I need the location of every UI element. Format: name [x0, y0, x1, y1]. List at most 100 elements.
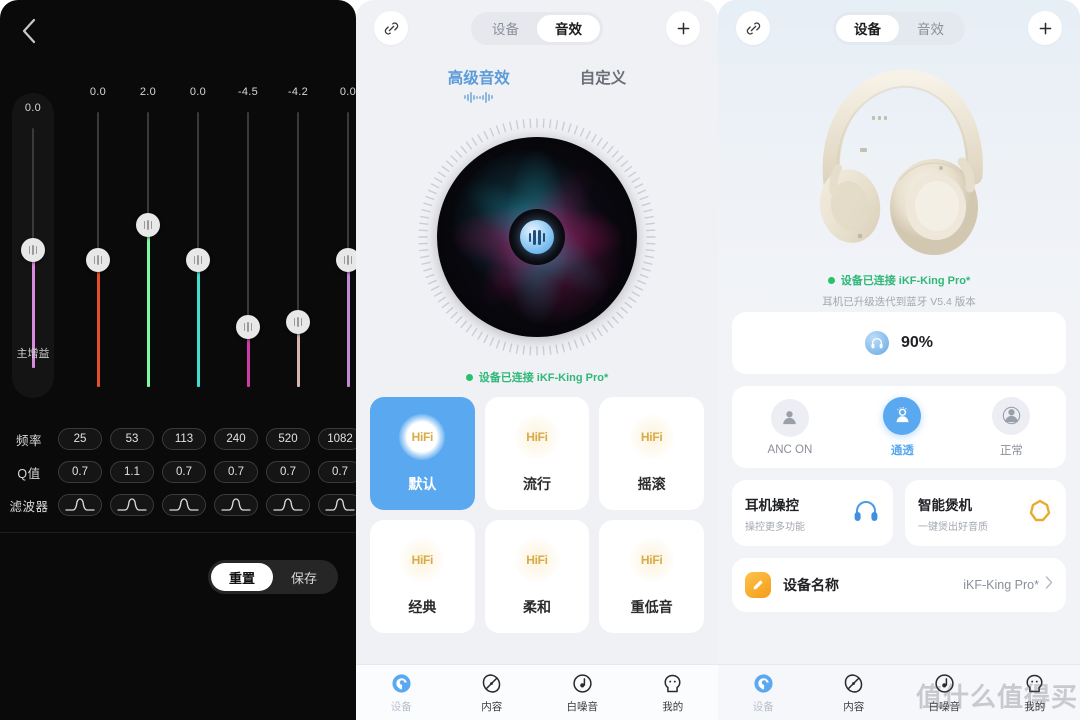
eq-knob[interactable] — [286, 310, 310, 334]
bell-filter-icon[interactable] — [58, 494, 102, 516]
device-connected-row: 设备已连接 iKF-King Pro* — [718, 272, 1080, 288]
preset-card[interactable]: HiFi 流行 — [484, 397, 590, 510]
bell-filter-icon[interactable] — [162, 494, 206, 516]
segment-sound-effects[interactable]: 音效 — [899, 15, 962, 42]
segment-device[interactable]: 设备 — [474, 15, 537, 42]
plus-icon[interactable] — [1028, 11, 1062, 45]
hifi-wave-icon — [448, 91, 510, 103]
eq-row-filter: 滤波器 — [0, 491, 356, 519]
eq-knob[interactable] — [21, 238, 45, 262]
eq-frequency-cell[interactable]: 53 — [110, 428, 154, 450]
fx-segmented-control: 设备 音效 — [471, 11, 603, 45]
bell-filter-icon[interactable] — [318, 494, 356, 516]
back-button[interactable] — [14, 16, 44, 46]
plus-icon[interactable] — [666, 11, 700, 45]
tab-label: 设备 — [390, 700, 412, 713]
eq-value-band-4: -4.5 — [237, 86, 259, 98]
tab-content[interactable]: 内容 — [447, 672, 538, 714]
tab-advanced-effects[interactable]: 高级音效 — [448, 66, 510, 103]
headphones-product-image — [794, 60, 1004, 265]
device-content: 90% ANC ON 通透 正常 耳机操控 操控更多功能 智能煲机 一键煲出好音… — [718, 312, 1080, 612]
hifi-badge-label: HiFi — [411, 552, 434, 567]
feature-card-headphone-control[interactable]: 耳机操控 操控更多功能 — [732, 480, 893, 546]
device-status: 设备已连接 iKF-King Pro* 耳机已升级迭代到蓝牙 V5.4 版本 — [718, 272, 1080, 309]
feature-title: 智能煲机 — [918, 497, 972, 513]
eq-q-cell[interactable]: 0.7 — [162, 461, 206, 483]
tab-profile[interactable]: 我的 — [990, 672, 1080, 714]
preset-card[interactable]: HiFi 重低音 — [599, 520, 704, 633]
tab-device[interactable]: 设备 — [718, 672, 809, 714]
eq-frequency-cells: 25 53 113 240 520 1082 — [58, 428, 356, 450]
tab-label: 白噪音 — [928, 700, 961, 713]
preset-label: 摇滚 — [637, 475, 666, 492]
eq-q-cell[interactable]: 0.7 — [214, 461, 258, 483]
eq-frequency-cell[interactable]: 1082 — [318, 428, 356, 450]
anc-mode-anc-on[interactable]: ANC ON — [768, 398, 812, 456]
connection-status: 设备已连接 iKF-King Pro* — [356, 369, 718, 385]
save-button[interactable]: 保存 — [273, 563, 335, 591]
reset-button[interactable]: 重置 — [211, 563, 273, 591]
headphone-blue-icon — [852, 498, 880, 529]
tab-profile[interactable]: 我的 — [628, 672, 719, 714]
eq-q-cell[interactable]: 0.7 — [58, 461, 102, 483]
eq-frequency-cell[interactable]: 113 — [162, 428, 206, 450]
anc-mode-normal[interactable]: 正常 — [992, 396, 1031, 458]
eq-knob[interactable] — [186, 248, 210, 272]
device-header: 设备 音效 — [718, 0, 1080, 56]
eq-fill — [347, 258, 350, 387]
bottom-tabbar: 设备 内容 白噪音 我的 — [718, 664, 1080, 720]
tab-whitenoise[interactable]: 白噪音 — [899, 672, 990, 714]
tab-label: 我的 — [1024, 700, 1046, 713]
link-icon[interactable] — [736, 11, 770, 45]
bottom-tabbar: 设备 内容 白噪音 我的 — [356, 664, 718, 720]
master-gain-label: 主增益 — [16, 348, 50, 360]
eq-slider-board: 0.0 主增益 0.0 2.0 0.0 -4.5 -4.2 0.0 — [0, 60, 356, 420]
eq-value-band-5: -4.2 — [287, 86, 309, 98]
bell-filter-icon[interactable] — [266, 494, 310, 516]
eq-row-label-q: Q值 — [17, 466, 41, 481]
tab-custom[interactable]: 自定义 — [580, 66, 627, 103]
preset-card[interactable]: HiFi 柔和 — [484, 520, 590, 633]
eq-knob[interactable] — [136, 213, 160, 237]
eq-knob[interactable] — [336, 248, 356, 272]
eq-frequency-cell[interactable]: 520 — [266, 428, 310, 450]
tab-content[interactable]: 内容 — [809, 672, 900, 714]
device-screen: 设备 音效 设备已连接 iKF-King Pro* 耳机已升级迭代到蓝牙 V5.… — [718, 0, 1080, 720]
tab-label: 设备 — [752, 700, 774, 713]
anc-mode-transparency[interactable]: 通透 — [883, 396, 922, 458]
eq-frequency-cell[interactable]: 240 — [214, 428, 258, 450]
eq-row-label-frequency: 频率 — [15, 433, 42, 448]
feature-text: 智能煲机 一键煲出好音质 — [918, 494, 988, 533]
segment-sound-effects[interactable]: 音效 — [537, 14, 600, 42]
tab-whitenoise[interactable]: 白噪音 — [537, 672, 628, 714]
battery-card[interactable]: 90% — [732, 312, 1066, 374]
preset-card[interactable]: HiFi 摇滚 — [599, 397, 704, 510]
profile-icon — [1024, 672, 1045, 696]
content-icon — [843, 672, 864, 696]
fx-header: 设备 音效 — [356, 0, 718, 56]
hifi-wave-icon[interactable] — [520, 220, 554, 254]
tab-label: 白噪音 — [566, 700, 599, 713]
audio-visualizer[interactable] — [417, 117, 657, 357]
segment-device[interactable]: 设备 — [836, 14, 899, 42]
feature-card-burn-in[interactable]: 智能煲机 一键煲出好音质 — [905, 480, 1066, 546]
hifi-badge-icon: HiFi — [399, 536, 446, 583]
device-name-label: 设备名称 — [783, 577, 839, 593]
link-icon[interactable] — [374, 11, 408, 45]
status-dot-icon — [827, 276, 835, 284]
eq-knob[interactable] — [236, 315, 260, 339]
bell-filter-icon[interactable] — [110, 494, 154, 516]
tab-device[interactable]: 设备 — [356, 672, 447, 714]
status-dot-icon — [465, 373, 473, 381]
preset-card[interactable]: HiFi 经典 — [370, 520, 475, 633]
device-name-row[interactable]: 设备名称 iKF-King Pro* — [732, 558, 1066, 612]
eq-q-cell[interactable]: 0.7 — [266, 461, 310, 483]
preset-card[interactable]: HiFi 默认 — [370, 397, 475, 510]
eq-q-cell[interactable]: 0.7 — [318, 461, 356, 483]
eq-knob[interactable] — [86, 248, 110, 272]
anc-mode-label: 通透 — [890, 444, 914, 457]
eq-frequency-cell[interactable]: 25 — [58, 428, 102, 450]
eq-filter-cells — [58, 494, 356, 516]
eq-q-cell[interactable]: 1.1 — [110, 461, 154, 483]
bell-filter-icon[interactable] — [214, 494, 258, 516]
